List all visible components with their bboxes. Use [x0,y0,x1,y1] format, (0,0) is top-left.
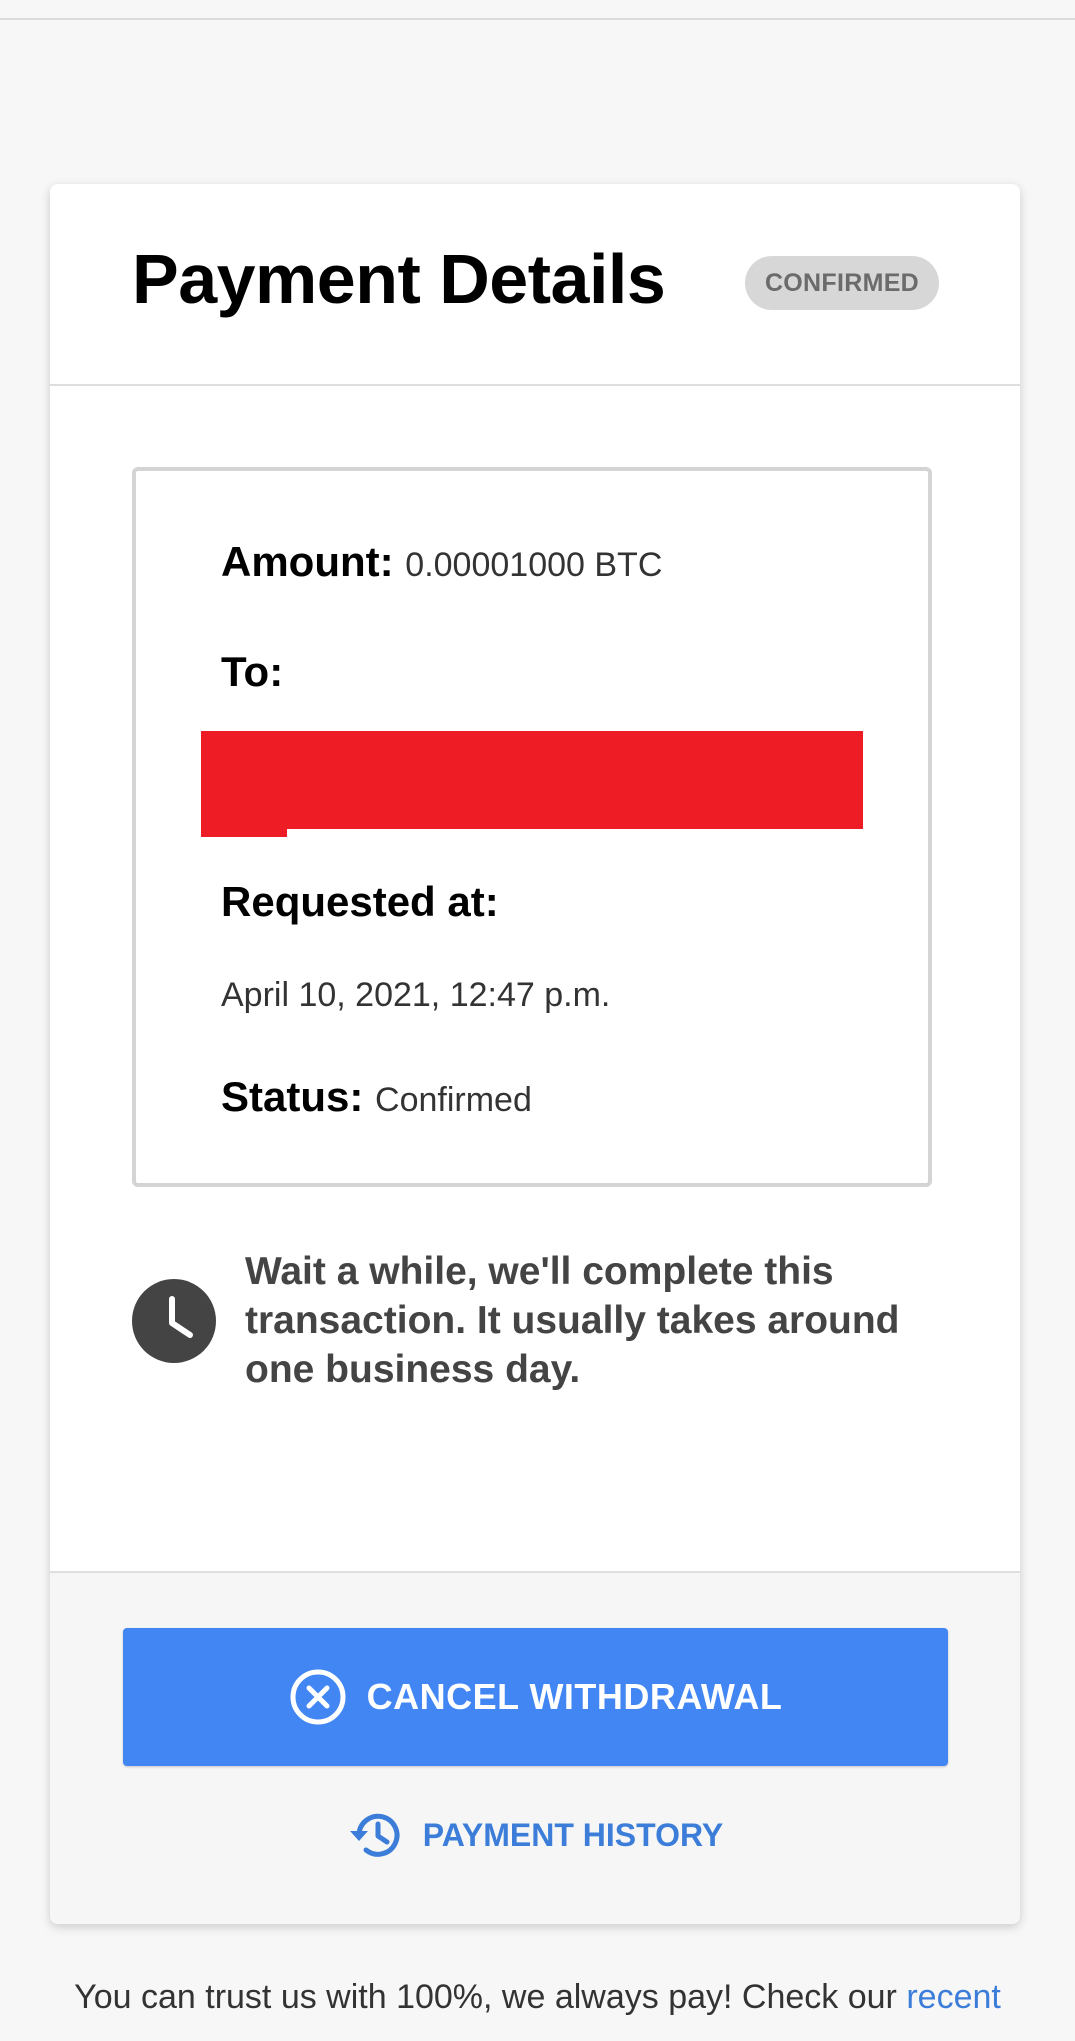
trust-text: You can trust us with 100%, we always pa… [74,1978,897,2016]
amount-value: 0.00001000 BTC [405,546,663,584]
to-label: To: [221,648,284,695]
recent-payments-link[interactable]: recent [906,1978,1001,2016]
card-header: Payment Details CONFIRMED [50,184,1020,386]
details-box: Amount: 0.00001000 BTC To: Requested at:… [132,467,932,1187]
wait-notice: Wait a while, we'll complete this transa… [132,1247,952,1407]
clock-icon [132,1279,216,1363]
payment-details-card: Payment Details CONFIRMED Amount: 0.0000… [50,184,1020,1924]
notice-text: Wait a while, we'll complete this transa… [245,1250,900,1391]
payment-history-link[interactable]: PAYMENT HISTORY [50,1805,1020,1865]
cancel-withdrawal-button[interactable]: CANCEL WITHDRAWAL [123,1628,948,1766]
status-badge: CONFIRMED [745,256,939,310]
redacted-address-tail [201,821,287,837]
requested-value: April 10, 2021, 12:47 p.m. [221,976,611,1014]
status-label: Status: [221,1073,364,1120]
history-icon [349,1813,400,1857]
amount-row: Amount: 0.00001000 BTC [221,541,662,583]
circle-x-icon [290,1669,346,1725]
amount-label: Amount: [221,538,394,585]
top-divider [0,0,1075,20]
redacted-address [201,731,863,829]
card-footer: CANCEL WITHDRAWAL PAYMENT HISTORY [50,1571,1020,1924]
cancel-withdrawal-label: CANCEL WITHDRAWAL [366,1676,783,1717]
payment-history-label: PAYMENT HISTORY [422,1816,724,1853]
requested-label: Requested at: [221,878,499,925]
page-title: Payment Details [132,240,666,318]
trust-message: You can trust us with 100%, we always pa… [0,1978,1075,2017]
status-value: Confirmed [375,1081,532,1119]
status-row: Status: Confirmed [221,1076,532,1118]
